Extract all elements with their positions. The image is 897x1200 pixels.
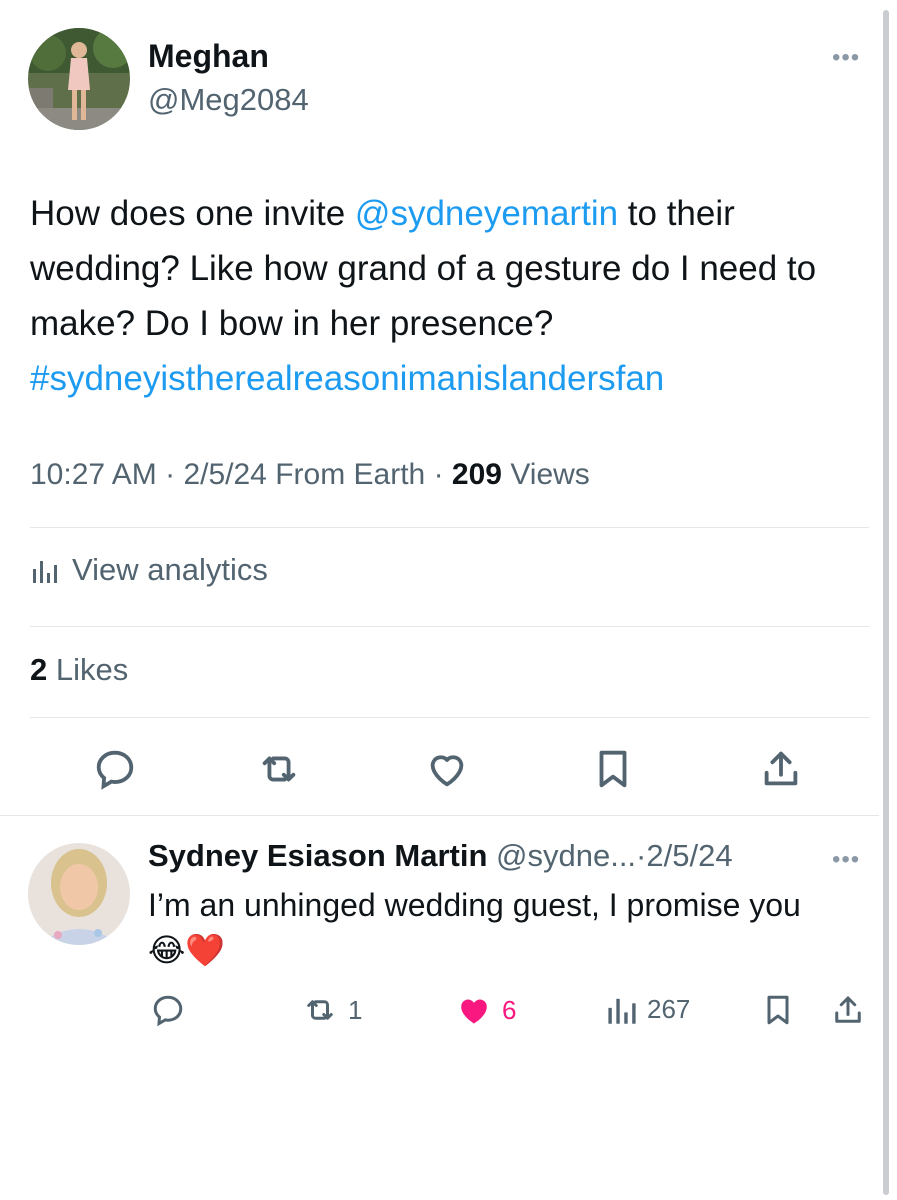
tweet-meta: 10:27 AM · 2/5/24 From Earth · 209 Views — [30, 458, 590, 491]
tweet-text-part: How does one invite — [30, 194, 355, 233]
scrollbar[interactable] — [883, 10, 889, 1195]
author-name[interactable]: Meghan — [148, 38, 269, 75]
like-button[interactable] — [424, 746, 470, 792]
share-icon — [764, 751, 798, 786]
reply-share-button[interactable] — [830, 992, 866, 1028]
more-icon[interactable]: ••• — [832, 44, 860, 72]
bookmark-icon — [599, 750, 627, 788]
analytics-icon — [608, 998, 636, 1024]
analytics-icon — [33, 561, 57, 583]
likes-count: 2 — [30, 652, 48, 687]
divider — [30, 626, 869, 627]
reply-like-count: 6 — [502, 994, 517, 1025]
tweet-time[interactable]: 10:27 AM — [30, 458, 157, 491]
retweet-icon — [262, 756, 296, 782]
reply-like-button[interactable]: 6 — [454, 992, 516, 1028]
tweet-text: How does one invite @sydneyemartin to th… — [30, 186, 860, 406]
retweet-button[interactable] — [256, 746, 302, 792]
reply-bookmark-button[interactable] — [760, 992, 796, 1028]
reply-retweet-button[interactable]: 1 — [300, 992, 362, 1028]
tweet-source: From Earth — [275, 458, 426, 491]
author-avatar[interactable] — [28, 28, 130, 130]
mention-link[interactable]: @sydneyemartin — [355, 194, 618, 233]
views-count: 209 — [451, 458, 502, 491]
bookmark-button[interactable] — [590, 746, 636, 792]
retweet-icon — [307, 1000, 333, 1020]
reply-author-handle[interactable]: @sydne... — [496, 838, 636, 873]
reply-author-name[interactable]: Sydney Esiason Martin — [148, 838, 487, 873]
reply-retweet-count: 1 — [348, 994, 363, 1025]
like-icon — [430, 755, 464, 787]
reply-author-avatar[interactable] — [28, 843, 130, 945]
likes-summary[interactable]: 2 Likes — [30, 652, 128, 688]
tweet-date[interactable]: 2/5/24 — [183, 458, 266, 491]
divider — [0, 815, 879, 816]
reply-text-body: I’m an unhinged wedding guest, I promise… — [148, 887, 801, 923]
bookmark-icon — [767, 995, 789, 1025]
reply-header: Sydney Esiason Martin @sydne...·2/5/24 — [148, 838, 733, 874]
reply-icon — [96, 750, 134, 790]
share-button[interactable] — [758, 746, 804, 792]
reply-text: I’m an unhinged wedding guest, I promise… — [148, 883, 863, 973]
reply-emoji: 😂❤️ — [148, 932, 226, 968]
view-analytics-button[interactable]: View analytics — [30, 552, 268, 588]
divider — [30, 527, 869, 528]
reply-button[interactable] — [92, 746, 138, 792]
hashtag-link[interactable]: #sydneyistherealreasonimanislandersfan — [30, 359, 664, 398]
author-handle[interactable]: @Meg2084 — [148, 82, 309, 118]
reply-analytics-button[interactable]: 267 — [605, 992, 690, 1026]
view-analytics-label: View analytics — [72, 552, 268, 587]
more-icon[interactable]: ••• — [832, 846, 860, 874]
likes-label: Likes — [55, 652, 129, 687]
reply-views-count: 267 — [647, 993, 691, 1024]
divider — [30, 717, 869, 718]
share-icon — [835, 996, 861, 1023]
reply-reply-button[interactable] — [150, 992, 186, 1028]
views-label: Views — [510, 458, 590, 491]
like-icon — [461, 999, 487, 1024]
reply-icon — [153, 995, 183, 1027]
reply-date[interactable]: 2/5/24 — [646, 838, 732, 873]
reply-separator: · — [636, 838, 647, 873]
